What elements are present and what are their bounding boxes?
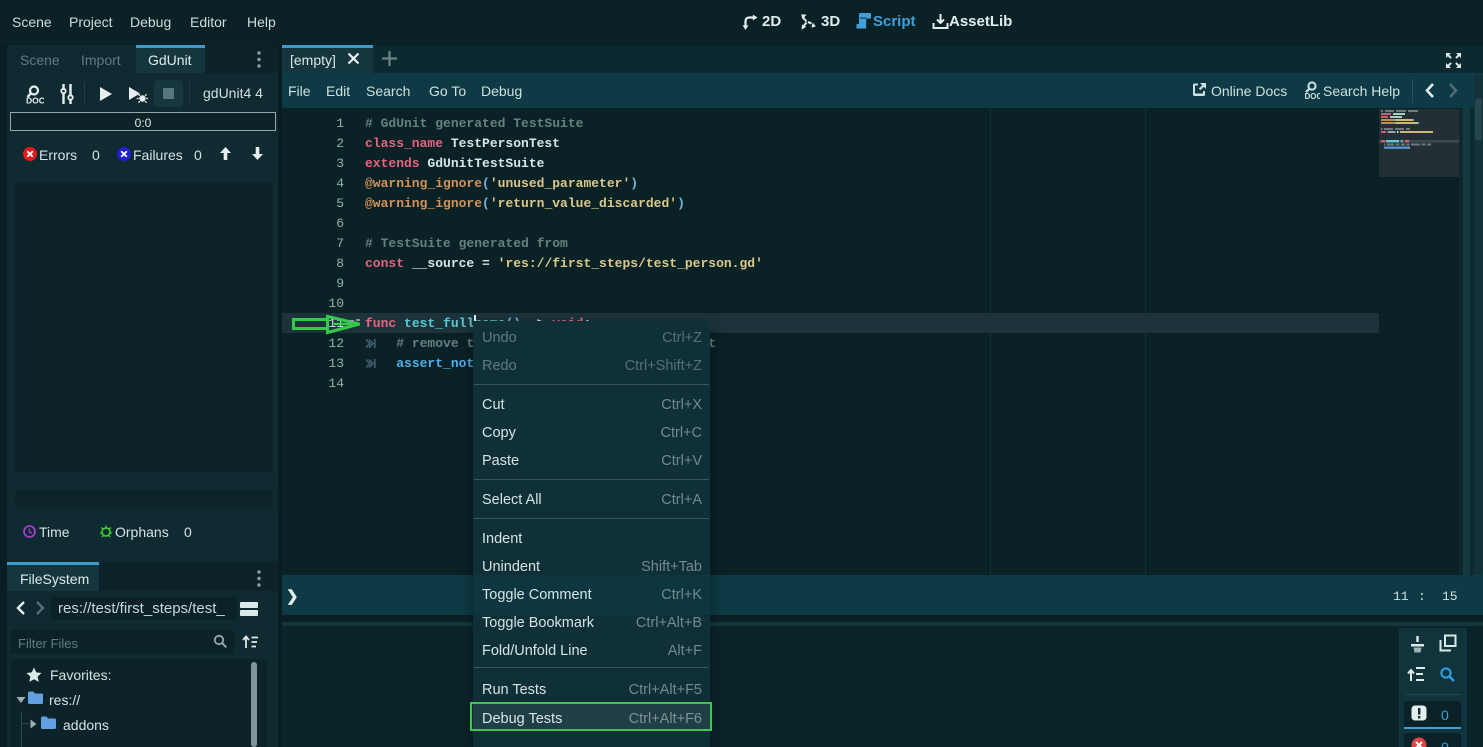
svg-text:DOC: DOC — [26, 96, 44, 105]
svg-text:DOC: DOC — [1305, 92, 1321, 100]
